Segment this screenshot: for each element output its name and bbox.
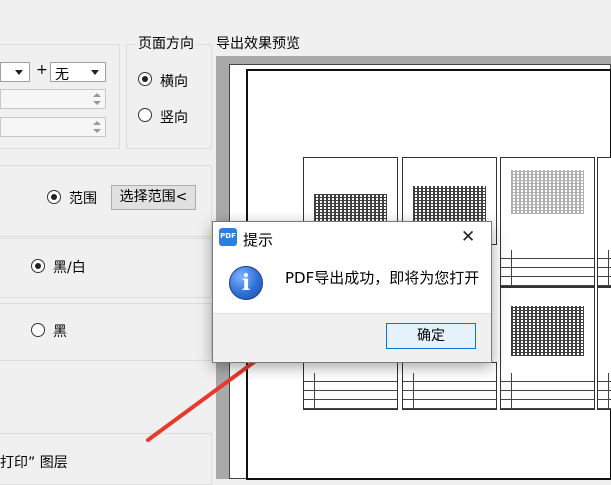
dialog-message: PDF导出成功，即将为您打开 (285, 269, 480, 287)
chevron-down-icon (15, 70, 23, 75)
page-drawing (413, 186, 486, 222)
width-spinbox[interactable] (0, 89, 106, 109)
spin-up-icon[interactable] (93, 121, 101, 125)
spin-down-icon[interactable] (93, 101, 101, 105)
dialog-title: 提示 (243, 231, 274, 249)
chevron-down-icon (91, 70, 99, 75)
range-label[interactable]: 范围 (69, 188, 97, 208)
height-spinbox[interactable] (0, 117, 106, 137)
page-drawing (511, 170, 584, 214)
page-title-block (598, 250, 611, 286)
orientation-panel (126, 44, 212, 149)
paper-size-combo[interactable] (0, 62, 30, 82)
bw-label[interactable]: 黑/白 (53, 257, 86, 277)
preview-page (597, 157, 611, 287)
preview-heading: 导出效果预览 (216, 36, 300, 52)
bw-radio[interactable] (31, 259, 45, 273)
extra-size-value: 无 (55, 67, 69, 83)
page-drawing (511, 306, 584, 356)
message-dialog: 提示 ✕ i PDF导出成功，即将为您打开 确定 (212, 221, 492, 363)
page-title-block (501, 250, 594, 286)
extra-size-combo[interactable]: 无 (50, 62, 106, 83)
orientation-landscape-radio[interactable] (138, 72, 152, 86)
black-radio[interactable] (31, 323, 45, 337)
preview-page (402, 362, 497, 410)
orientation-heading: 页面方向 (136, 33, 196, 53)
spin-down-icon[interactable] (93, 129, 101, 133)
preview-page (500, 157, 595, 287)
spin-up-icon[interactable] (93, 93, 101, 97)
page-title-block (403, 373, 496, 409)
page-drawing (314, 194, 387, 222)
ok-button[interactable]: 确定 (386, 323, 476, 349)
select-range-button[interactable]: 选择范围< (111, 185, 196, 210)
plus-sign: + (36, 62, 48, 78)
close-icon[interactable]: ✕ (461, 227, 475, 247)
info-icon: i (229, 266, 263, 300)
layer-text: 打印” 图层 (0, 455, 68, 471)
preview-page (597, 287, 611, 410)
page-title-block (501, 373, 594, 409)
preview-page (500, 287, 595, 410)
orientation-portrait-label[interactable]: 竖向 (160, 107, 188, 127)
black-label[interactable]: 黑 (53, 321, 67, 341)
orientation-portrait-radio[interactable] (138, 108, 152, 122)
info-glyph: i (241, 270, 251, 296)
orientation-landscape-label[interactable]: 横向 (160, 71, 188, 91)
page-title-block (598, 373, 611, 409)
range-radio[interactable] (47, 190, 61, 204)
app-icon (219, 228, 237, 246)
